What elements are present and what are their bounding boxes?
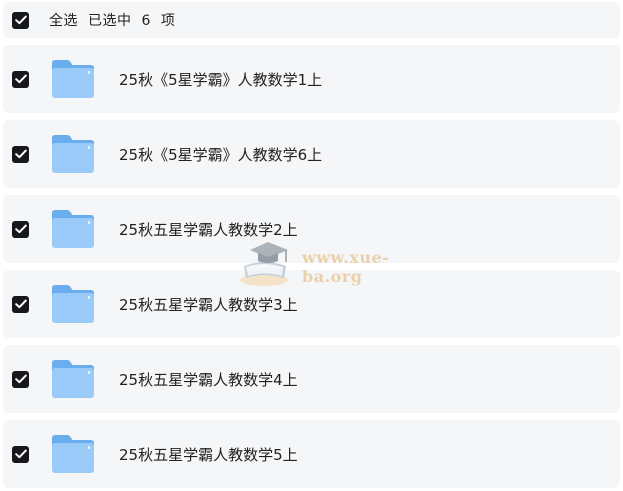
checkmark-icon (14, 149, 27, 159)
folder-name[interactable]: 25秋五星学霸人教数学5上 (119, 444, 298, 465)
folder-list: 25秋《5星学霸》人教数学1上 25秋《5星学霸》人教数学6上 25秋五星学霸人… (3, 45, 620, 491)
selected-count: 6 (141, 13, 151, 29)
folder-icon (52, 60, 94, 98)
folder-row[interactable]: 25秋五星学霸人教数学5上 (3, 420, 620, 488)
selected-suffix: 项 (160, 13, 176, 29)
folder-row[interactable]: 25秋五星学霸人教数学2上 (3, 195, 620, 263)
folder-row[interactable]: 25秋《5星学霸》人教数学6上 (3, 120, 620, 188)
select-all-label[interactable]: 全选 (49, 13, 78, 29)
row-checkbox[interactable] (12, 295, 29, 313)
folder-name[interactable]: 25秋《5星学霸》人教数学6上 (119, 144, 322, 165)
folder-icon (52, 210, 94, 248)
folder-name[interactable]: 25秋五星学霸人教数学4上 (119, 369, 298, 390)
selection-summary: 全选 已选中 6 项 (49, 10, 185, 30)
checkmark-icon (14, 449, 27, 459)
selected-prefix: 已选中 (88, 13, 132, 29)
checkmark-icon (14, 15, 27, 25)
folder-name[interactable]: 25秋《5星学霸》人教数学1上 (119, 69, 322, 90)
row-checkbox[interactable] (12, 220, 29, 238)
folder-row[interactable]: 25秋五星学霸人教数学4上 (3, 345, 620, 413)
folder-icon (52, 285, 94, 323)
select-all-checkbox[interactable] (12, 11, 29, 29)
folder-name[interactable]: 25秋五星学霸人教数学3上 (119, 294, 298, 315)
checkmark-icon (14, 74, 27, 84)
checkmark-icon (14, 224, 27, 234)
row-checkbox[interactable] (12, 70, 29, 88)
folder-icon (52, 360, 94, 398)
folder-icon (52, 435, 94, 473)
checkmark-icon (14, 374, 27, 384)
folder-row[interactable]: 25秋五星学霸人教数学3上 (3, 270, 620, 338)
checkmark-icon (14, 299, 27, 309)
row-checkbox[interactable] (12, 145, 29, 163)
selection-header: 全选 已选中 6 项 (3, 2, 620, 38)
row-checkbox[interactable] (12, 370, 29, 388)
folder-row[interactable]: 25秋《5星学霸》人教数学1上 (3, 45, 620, 113)
row-checkbox[interactable] (12, 445, 29, 463)
folder-icon (52, 135, 94, 173)
folder-name[interactable]: 25秋五星学霸人教数学2上 (119, 219, 298, 240)
file-selection-panel: 全选已选中6项 25秋《5星学霸》人教数学1上 25秋《5星学霸》人教数学 (0, 0, 623, 491)
